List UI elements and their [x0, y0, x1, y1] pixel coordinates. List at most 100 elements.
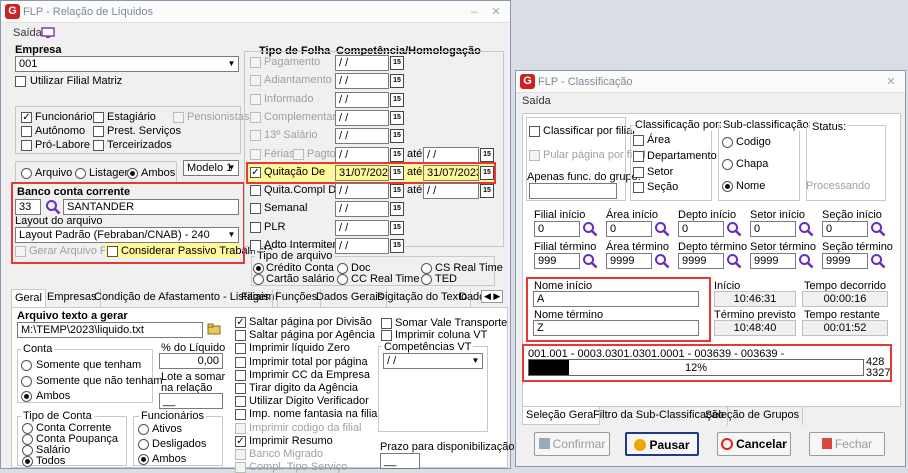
close-button[interactable]: ✕: [487, 5, 505, 19]
calendar-icon[interactable]: 15: [480, 148, 494, 162]
terceirizados-checkbox[interactable]: [93, 140, 104, 151]
somente-que-nao-tenham-radio[interactable]: [21, 376, 32, 387]
ambos-radio[interactable]: [127, 168, 138, 179]
calendar-icon[interactable]: 15: [390, 111, 404, 125]
tipo-folha-checkbox[interactable]: [250, 149, 261, 160]
screen-icon[interactable]: [41, 27, 55, 39]
geral-option-checkbox[interactable]: [235, 343, 246, 354]
prest-servicos-checkbox[interactable]: [93, 126, 104, 137]
competencia-date-input[interactable]: / /: [335, 128, 389, 144]
geral-option-checkbox[interactable]: [235, 409, 246, 420]
search-icon[interactable]: [870, 221, 886, 237]
search-icon[interactable]: [726, 221, 742, 237]
geral-option-checkbox[interactable]: [235, 370, 246, 381]
ted-radio[interactable]: [421, 274, 432, 285]
tab-filiais[interactable]: Filiais: [238, 289, 274, 307]
tab-scroll-arrows[interactable]: ◀ ▶: [481, 290, 504, 303]
nome-radio[interactable]: [722, 181, 733, 192]
search-icon[interactable]: [582, 253, 598, 269]
search-icon[interactable]: [870, 253, 886, 269]
pct-liquido-input[interactable]: 0,00: [159, 353, 223, 369]
competencia-date-input[interactable]: / /: [335, 110, 389, 126]
geral-option-checkbox[interactable]: ✓: [235, 436, 246, 447]
somente-que-tenham-radio[interactable]: [21, 360, 32, 371]
geral-option-checkbox[interactable]: ✓: [235, 317, 246, 328]
arquivo-radio[interactable]: [21, 168, 32, 179]
tipo-folha-checkbox[interactable]: [250, 222, 261, 233]
ate-date-input[interactable]: / /: [423, 183, 479, 199]
tipo-folha-checkbox[interactable]: [250, 112, 261, 123]
tab-selecao-geral[interactable]: Seleção Geral: [522, 407, 600, 425]
range-start-input[interactable]: 0: [678, 221, 724, 237]
menu-saida[interactable]: Saída: [13, 27, 42, 39]
geral-option-checkbox[interactable]: [235, 330, 246, 341]
calendar-icon[interactable]: 15: [480, 184, 494, 198]
codigo-radio[interactable]: [722, 137, 733, 148]
range-end-input[interactable]: 9999: [822, 253, 868, 269]
tipo-folha-checkbox[interactable]: [250, 57, 261, 68]
ate-date-input[interactable]: / /: [423, 147, 479, 163]
funcionario-checkbox[interactable]: ✓: [21, 112, 32, 123]
range-end-input[interactable]: 9999: [678, 253, 724, 269]
conta-poupanca-radio[interactable]: [22, 434, 33, 445]
search-icon[interactable]: [654, 221, 670, 237]
search-icon[interactable]: [798, 253, 814, 269]
cancelar-button[interactable]: Cancelar: [717, 432, 791, 456]
cartao-salario-radio[interactable]: [253, 274, 264, 285]
range-start-input[interactable]: 0: [750, 221, 796, 237]
calendar-icon[interactable]: 15: [390, 93, 404, 107]
imprimir-coluna-vt-checkbox[interactable]: [381, 330, 392, 341]
range-end-input[interactable]: 9999: [750, 253, 796, 269]
search-icon[interactable]: [798, 221, 814, 237]
ativos-radio[interactable]: [138, 424, 149, 435]
tipo-folha-checkbox[interactable]: [250, 130, 261, 141]
setor-checkbox[interactable]: [633, 167, 644, 178]
minimize-button[interactable]: –: [465, 5, 483, 19]
calendar-icon[interactable]: 15: [390, 239, 404, 253]
conta-corrente-radio[interactable]: [22, 423, 33, 434]
pro-labore-checkbox[interactable]: [21, 140, 32, 151]
secao-checkbox[interactable]: [633, 182, 644, 193]
tipo-folha-checkbox[interactable]: [250, 75, 261, 86]
confirmar-button[interactable]: Confirmar: [534, 432, 610, 456]
conta-ambos-radio[interactable]: [21, 391, 32, 402]
listagem-radio[interactable]: [75, 168, 86, 179]
range-start-input[interactable]: 0: [822, 221, 868, 237]
calendar-icon[interactable]: 15: [390, 221, 404, 235]
competencia-date-input[interactable]: / /: [335, 92, 389, 108]
area-checkbox[interactable]: [633, 135, 644, 146]
tab-geral[interactable]: Geral: [11, 289, 46, 307]
utilizar-filial-matriz-checkbox[interactable]: [15, 76, 26, 87]
search-icon[interactable]: [726, 253, 742, 269]
range-end-input[interactable]: 999: [534, 253, 580, 269]
cs-real-time-radio[interactable]: [421, 263, 432, 274]
calendar-icon[interactable]: 15: [390, 184, 404, 198]
competencia-date-input[interactable]: / /: [335, 183, 389, 199]
fechar-button[interactable]: Fechar: [809, 432, 885, 456]
empresa-select[interactable]: 001 ▼: [15, 56, 239, 72]
geral-option-checkbox[interactable]: [235, 383, 246, 394]
competencia-date-input[interactable]: / /: [335, 238, 389, 254]
tab-selecao-grupos[interactable]: Seleção de Grupos: [702, 407, 804, 425]
competencia-date-input[interactable]: / /: [335, 201, 389, 217]
func-ambos-radio[interactable]: [138, 454, 149, 465]
calendar-icon[interactable]: 15: [390, 129, 404, 143]
autonomo-checkbox[interactable]: [21, 126, 32, 137]
competencia-date-input[interactable]: / /: [335, 73, 389, 89]
dialog-menu-saida[interactable]: Saída: [522, 95, 551, 107]
calendar-icon[interactable]: 15: [390, 148, 404, 162]
somar-vale-transporte-checkbox[interactable]: [381, 318, 392, 329]
estagiario-checkbox[interactable]: [93, 112, 104, 123]
tipo-folha-checkbox[interactable]: [250, 203, 261, 214]
chapa-radio[interactable]: [722, 159, 733, 170]
lote-input[interactable]: __: [159, 393, 223, 409]
todos-radio[interactable]: [22, 456, 33, 467]
classificar-por-filial-checkbox[interactable]: [529, 126, 540, 137]
prazo-input[interactable]: __: [380, 453, 420, 469]
tipo-folha-checkbox[interactable]: [250, 94, 261, 105]
geral-option-checkbox[interactable]: [235, 357, 246, 368]
credito-conta-radio[interactable]: [253, 263, 264, 274]
salario-radio[interactable]: [22, 445, 33, 456]
desligados-radio[interactable]: [138, 439, 149, 450]
folder-icon[interactable]: [207, 322, 221, 336]
